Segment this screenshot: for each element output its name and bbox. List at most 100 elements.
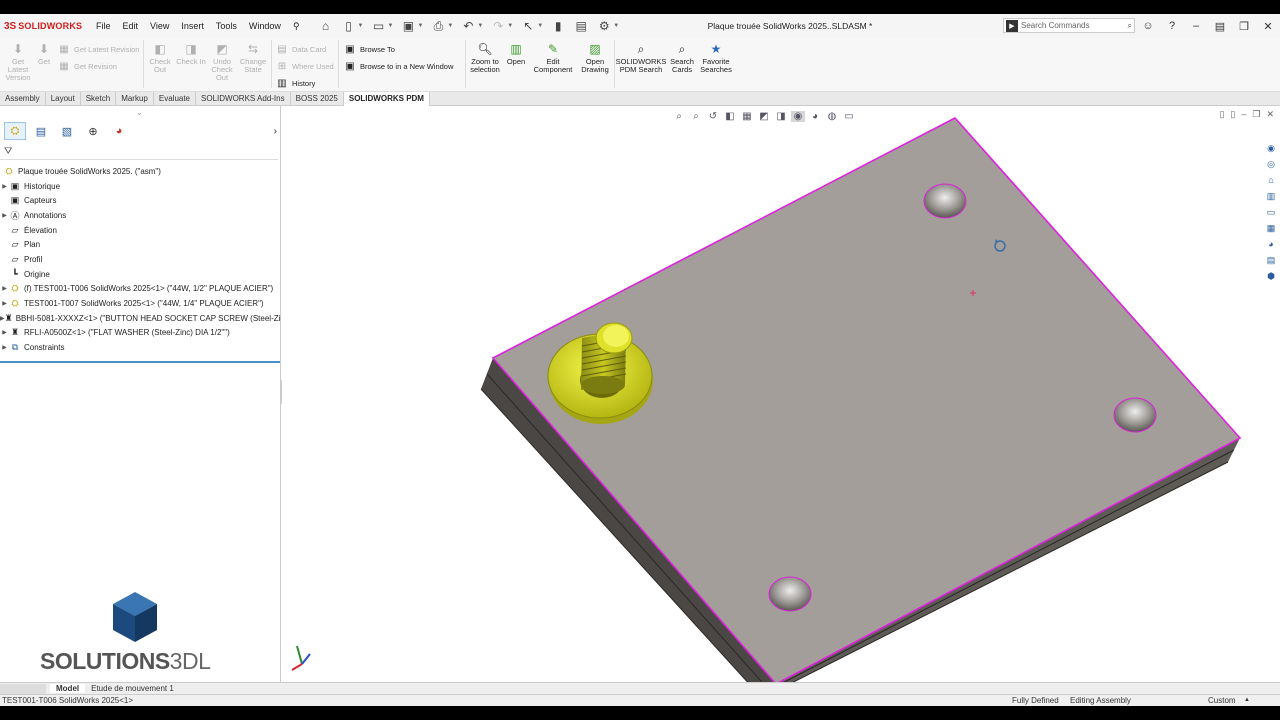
section-view-icon[interactable]: ◧ xyxy=(723,111,737,122)
configuration-manager-tab-icon[interactable]: ▧ xyxy=(56,122,78,140)
close-icon[interactable]: ✕ xyxy=(1266,109,1274,120)
close-icon[interactable]: ✕ xyxy=(1256,20,1280,33)
3dexperience-icon[interactable]: ◎ xyxy=(1264,157,1278,171)
menu-edit[interactable]: Edit xyxy=(117,21,145,32)
check-in-button[interactable]: ◨ Check In xyxy=(175,42,207,66)
tab-layout[interactable]: Layout xyxy=(46,91,81,106)
expand-arrow-icon[interactable]: ▶ xyxy=(0,329,9,336)
chevron-down-icon[interactable]: ▼ xyxy=(477,23,483,29)
get-latest-version-button[interactable]: ⬇ Get Latest Version xyxy=(4,42,32,82)
tile-view-icon[interactable]: ▯ xyxy=(1230,109,1235,120)
tree-item-component[interactable]: ▶ ⛭ (f) TEST001-T006 SolidWorks 2025<1> … xyxy=(0,282,281,297)
undo-check-out-button[interactable]: ◩ Undo Check Out xyxy=(208,42,236,82)
open-folder-icon[interactable]: ▭ xyxy=(368,17,388,35)
print-icon[interactable]: ⎙ xyxy=(428,17,448,35)
chevron-up-icon[interactable]: ▲ xyxy=(1244,697,1250,703)
tree-item-elevation[interactable]: ▱ Élevation xyxy=(0,223,281,238)
save-icon[interactable]: ▣ xyxy=(398,17,418,35)
browse-new-window-button[interactable]: ▣ Browse to in a New Window xyxy=(344,60,453,72)
apply-scene-icon[interactable]: ◍ xyxy=(825,111,839,122)
pdm-search-button[interactable]: ⌕ SOLIDWORKS PDM Search xyxy=(616,42,667,74)
chevron-down-icon[interactable]: ▼ xyxy=(417,23,423,29)
tree-item-origine[interactable]: ┗ Origine xyxy=(0,267,281,282)
dimxpert-tab-icon[interactable]: ⊕ xyxy=(82,122,104,140)
chevron-right-icon[interactable]: › xyxy=(274,126,277,137)
hole-top[interactable] xyxy=(923,183,967,219)
tree-item-component[interactable]: ▶ ♜ RFLI-A0500Z<1> ("FLAT WASHER (Steel-… xyxy=(0,326,281,341)
menu-window[interactable]: Window xyxy=(243,21,287,32)
tree-rollback-bar[interactable] xyxy=(0,361,280,363)
search-icon[interactable]: ⌕ xyxy=(1128,21,1132,31)
expand-arrow-icon[interactable]: ▶ xyxy=(0,300,9,307)
edit-appearance-icon[interactable]: ◕ xyxy=(808,111,822,122)
tab-markup[interactable]: Markup xyxy=(116,91,154,106)
hole-right[interactable] xyxy=(1113,397,1157,433)
chevron-down-icon[interactable]: ▼ xyxy=(447,23,453,29)
browse-to-button[interactable]: ▣ Browse To xyxy=(344,43,395,55)
tab-model[interactable]: Model xyxy=(50,684,86,693)
solidworks-resources-icon[interactable]: ◉ xyxy=(1264,141,1278,155)
tree-item-component[interactable]: ▶ ♜ BBHI-5081-XXXXZ<1> ("BUTTON HEAD SOC… xyxy=(0,311,281,326)
expand-arrow-icon[interactable]: ▶ xyxy=(0,344,9,351)
minimize-icon[interactable]: – xyxy=(1241,109,1246,120)
custom-properties-icon[interactable]: ▤ xyxy=(1264,253,1278,267)
solidworks-logo[interactable]: 3S SOLIDWORKS xyxy=(0,21,90,32)
tile-windows-icon[interactable]: ▤ xyxy=(1208,20,1232,33)
history-button[interactable]: ▥ History xyxy=(276,77,315,89)
file-explorer-icon[interactable]: ▥ xyxy=(1264,189,1278,203)
tab-sketch[interactable]: Sketch xyxy=(81,91,117,106)
select-cursor-icon[interactable]: ↖ xyxy=(518,17,538,35)
tab-evaluate[interactable]: Evaluate xyxy=(154,91,197,106)
tree-item-annotations[interactable]: ▶ Ⓐ Annotations xyxy=(0,208,281,223)
chevron-down-icon[interactable]: ▼ xyxy=(537,23,543,29)
get-button[interactable]: ⬇ Get xyxy=(34,42,54,66)
tree-item-plan[interactable]: ▱ Plan xyxy=(0,237,281,252)
expand-arrow-icon[interactable]: ▶ xyxy=(0,212,9,219)
zoom-to-fit-icon[interactable]: ⌕ xyxy=(672,111,686,122)
split-view-icon[interactable]: ▯ xyxy=(1219,109,1224,120)
tab-assembly[interactable]: Assembly xyxy=(0,91,46,106)
design-library-icon[interactable]: ⌂ xyxy=(1264,173,1278,187)
expand-arrow-icon[interactable]: ▶ xyxy=(0,285,9,292)
tab-navigation-arrows[interactable] xyxy=(0,683,46,694)
chevron-down-icon[interactable]: ▼ xyxy=(613,23,619,29)
change-state-button[interactable]: ⇆ Change State xyxy=(238,42,268,74)
search-cards-button[interactable]: ⌕ Search Cards xyxy=(668,42,696,74)
file-properties-icon[interactable]: ▤ xyxy=(571,17,591,35)
tree-item-constraints[interactable]: ▶ ⧉ Constraints xyxy=(0,340,281,355)
chevron-down-icon[interactable]: ▼ xyxy=(507,23,513,29)
get-revision-button[interactable]: ▦ Get Revision xyxy=(58,60,117,72)
tree-item-historique[interactable]: ▶ ▣ Historique xyxy=(0,179,281,194)
chevron-down-icon[interactable]: ▼ xyxy=(387,23,393,29)
redo-icon[interactable]: ↷ xyxy=(488,17,508,35)
search-folder-icon[interactable]: ▭ xyxy=(1264,205,1278,219)
undo-icon[interactable]: ↶ xyxy=(458,17,478,35)
tree-item-component[interactable]: ▶ ⛭ TEST001-T007 SolidWorks 2025<1> ("44… xyxy=(0,296,281,311)
feature-tree-tab-icon[interactable]: ⛭ xyxy=(4,122,26,140)
check-out-button[interactable]: ◧ Check Out xyxy=(146,42,174,74)
help-icon[interactable]: ? xyxy=(1160,20,1184,32)
hole-bottom[interactable] xyxy=(768,576,812,612)
tab-boss-2025[interactable]: BOSS 2025 xyxy=(291,91,344,106)
open-drawing-button[interactable]: ▨ Open Drawing xyxy=(578,42,612,74)
user-account-icon[interactable]: ☺ xyxy=(1136,20,1160,32)
view-orientation-icon[interactable]: ◩ xyxy=(757,111,771,122)
menu-file[interactable]: File xyxy=(90,21,117,32)
tab-solidworks-pdm[interactable]: SOLIDWORKS PDM xyxy=(343,91,430,106)
home-icon[interactable]: ⌂ xyxy=(316,17,336,35)
graphics-area[interactable]: ⌕ ⌕ ↺ ◧ ▦ ◩ ◨ ◉ ◕ ◍ ▭ ▯ ▯ – ❐ ✕ ◉ ◎ ⌂ ▥ … xyxy=(282,106,1280,682)
tree-filter-input[interactable]: ⛛ xyxy=(0,144,278,160)
zoom-to-selection-button[interactable]: 🔍︎ Zoom to selection xyxy=(468,42,502,74)
tree-root-assembly[interactable]: ⛭ Plaque trouée SolidWorks 2025. ("asm") xyxy=(0,164,281,179)
options-gear-icon[interactable]: ⚙ xyxy=(594,17,614,35)
search-commands-input[interactable]: ▶ Search Commands ⌕ xyxy=(1003,18,1135,33)
expand-arrow-icon[interactable]: ▶ xyxy=(0,183,9,190)
get-latest-revision-button[interactable]: ▦ Get Latest Revision xyxy=(58,43,139,55)
minimize-icon[interactable]: – xyxy=(1184,20,1208,32)
restore-icon[interactable]: ❐ xyxy=(1252,109,1260,120)
open-button[interactable]: ▥ Open xyxy=(504,42,528,66)
restore-icon[interactable]: ❐ xyxy=(1232,20,1256,33)
where-used-button[interactable]: ⊞ Where Used xyxy=(276,60,334,72)
tree-item-capteurs[interactable]: ▣ Capteurs xyxy=(0,193,281,208)
dynamic-annotation-icon[interactable]: ▦ xyxy=(740,111,754,122)
